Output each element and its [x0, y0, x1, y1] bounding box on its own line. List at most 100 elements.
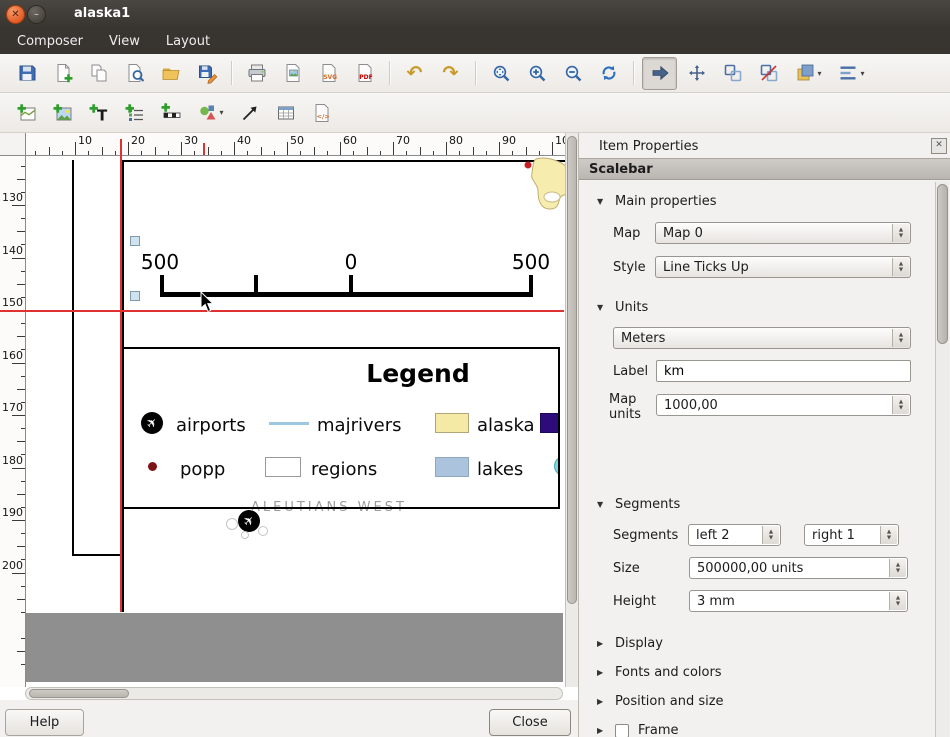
composition-canvas[interactable]: 102030405060708090100 130140150160170180…: [0, 133, 578, 700]
style-combo[interactable]: Line Ticks Up▲▼: [655, 256, 911, 278]
move-item-content-button[interactable]: [680, 58, 713, 89]
scrollbar-thumb[interactable]: [937, 184, 948, 344]
legend-item[interactable]: Legend ✈ airports majrivers alaska popp …: [122, 347, 560, 509]
refresh-button[interactable]: [592, 58, 625, 89]
raise-lower-button[interactable]: ▾: [788, 58, 828, 89]
scrollbar-thumb[interactable]: [567, 136, 577, 604]
scalebar-tick: [160, 275, 164, 297]
segments-right-spinbox[interactable]: right 1▲▼: [804, 524, 899, 546]
canvas-vertical-scrollbar[interactable]: [565, 133, 578, 687]
duplicate-composition-button[interactable]: [82, 58, 115, 89]
ruler-label: 90: [502, 134, 516, 147]
select-move-item-button[interactable]: [642, 57, 677, 90]
align-button[interactable]: ▾: [831, 58, 871, 89]
zoom-full-button[interactable]: [484, 58, 517, 89]
new-composition-button[interactable]: [46, 58, 79, 89]
canvas-horizontal-scrollbar[interactable]: [25, 687, 563, 700]
selection-handle[interactable]: [130, 291, 140, 301]
ruler-tick: [21, 586, 25, 587]
print-button[interactable]: [240, 58, 273, 89]
units-combo[interactable]: Meters▲▼: [613, 327, 911, 349]
section-segments[interactable]: ▼Segments: [597, 497, 680, 512]
zoom-out-button[interactable]: [556, 58, 589, 89]
ruler-tick: [247, 151, 248, 155]
selection-handle[interactable]: [130, 236, 140, 246]
export-svg-button[interactable]: SVG: [312, 58, 345, 89]
section-fonts-and-colors[interactable]: ▶Fonts and colors: [597, 665, 722, 680]
menu-composer[interactable]: Composer: [4, 30, 96, 53]
scalebar-label-center: 0: [345, 250, 358, 274]
ruler-tick: [367, 147, 368, 155]
panel-vertical-scrollbar[interactable]: [935, 182, 949, 737]
section-frame[interactable]: ▶Frame: [597, 723, 679, 737]
svg-text:PDF: PDF: [359, 74, 372, 81]
save-as-button[interactable]: [190, 58, 223, 89]
map-combo[interactable]: Map 0▲▼: [655, 222, 911, 244]
move-content-icon: [686, 62, 708, 84]
add-label-button[interactable]: T: [82, 97, 115, 128]
spinner-arrows-icon[interactable]: ▲▼: [892, 329, 909, 347]
add-html-button[interactable]: </>: [305, 97, 338, 128]
export-image-button[interactable]: [276, 58, 309, 89]
add-basic-shape-button[interactable]: ▾: [190, 97, 230, 128]
redo-button[interactable]: ↷: [434, 58, 467, 89]
ruler-tick: [21, 376, 25, 377]
toolbar-separator: [633, 61, 634, 85]
close-button[interactable]: Close: [489, 709, 571, 736]
add-new-scalebar-button[interactable]: [154, 97, 187, 128]
ruler-tick: [12, 415, 25, 416]
menu-layout[interactable]: Layout: [153, 30, 223, 53]
spinner-arrows-icon[interactable]: ▲▼: [892, 396, 909, 414]
map-units-spinbox[interactable]: 1000,00▲▼: [656, 394, 911, 416]
add-label-icon: T: [88, 102, 110, 124]
panel-header: Scalebar: [579, 158, 950, 180]
ruler-tick: [17, 179, 25, 180]
help-button[interactable]: Help: [5, 709, 84, 736]
spinner-arrows-icon[interactable]: ▲▼: [892, 224, 909, 242]
guide-line-vertical[interactable]: [120, 139, 122, 612]
ruler-tick: [21, 507, 25, 508]
window-close-button[interactable]: ✕: [6, 5, 25, 24]
ruler-tick: [155, 147, 156, 155]
collapse-arrow-icon: ▶: [597, 639, 606, 648]
page-viewport[interactable]: 500 0 500 ALEUTIANS WEST ✈ Legend ✈: [25, 155, 565, 687]
composer-manager-button[interactable]: [118, 58, 151, 89]
section-display[interactable]: ▶Display: [597, 636, 663, 651]
zoom-in-button[interactable]: [520, 58, 553, 89]
segments-left-spinbox[interactable]: left 2▲▼: [688, 524, 781, 546]
group-items-button[interactable]: [716, 58, 749, 89]
undo-button[interactable]: ↶: [398, 58, 431, 89]
add-image-button[interactable]: [46, 97, 79, 128]
height-spinbox[interactable]: 3 mm▲▼: [689, 590, 908, 612]
spinner-arrows-icon[interactable]: ▲▼: [889, 559, 906, 577]
spinner-arrows-icon[interactable]: ▲▼: [892, 258, 909, 276]
spinner-arrows-icon[interactable]: ▲▼: [762, 526, 779, 544]
section-position-and-size[interactable]: ▶Position and size: [597, 694, 724, 709]
ruler-tick: [12, 258, 25, 259]
frame-checkbox[interactable]: [615, 724, 629, 737]
ungroup-items-button[interactable]: [752, 58, 785, 89]
section-main-properties[interactable]: ▼Main properties: [597, 194, 717, 209]
scrollbar-thumb[interactable]: [29, 689, 129, 698]
add-new-map-button[interactable]: [10, 97, 43, 128]
legend-label-lakes: lakes: [477, 459, 523, 480]
panel-close-button[interactable]: ✕: [931, 138, 947, 154]
save-button[interactable]: [10, 58, 43, 89]
map-field-label: Map: [613, 226, 640, 241]
add-new-legend-button[interactable]: [118, 97, 151, 128]
ruler-tick: [12, 573, 25, 574]
export-pdf-button[interactable]: PDF: [348, 58, 381, 89]
open-button[interactable]: [154, 58, 187, 89]
ruler-tick: [287, 142, 288, 155]
window-minimize-button[interactable]: –: [27, 5, 46, 24]
size-spinbox[interactable]: 500000,00 units▲▼: [689, 557, 908, 579]
unit-label-input[interactable]: [664, 364, 903, 379]
menu-view[interactable]: View: [96, 30, 153, 53]
add-arrow-button[interactable]: [233, 97, 266, 128]
spinner-arrows-icon[interactable]: ▲▼: [889, 592, 906, 610]
spinner-arrows-icon[interactable]: ▲▼: [880, 526, 897, 544]
segments-field-label: Segments: [613, 528, 678, 543]
add-attribute-table-button[interactable]: [269, 97, 302, 128]
section-units[interactable]: ▼Units: [597, 300, 648, 315]
guide-line-horizontal[interactable]: [0, 310, 564, 312]
